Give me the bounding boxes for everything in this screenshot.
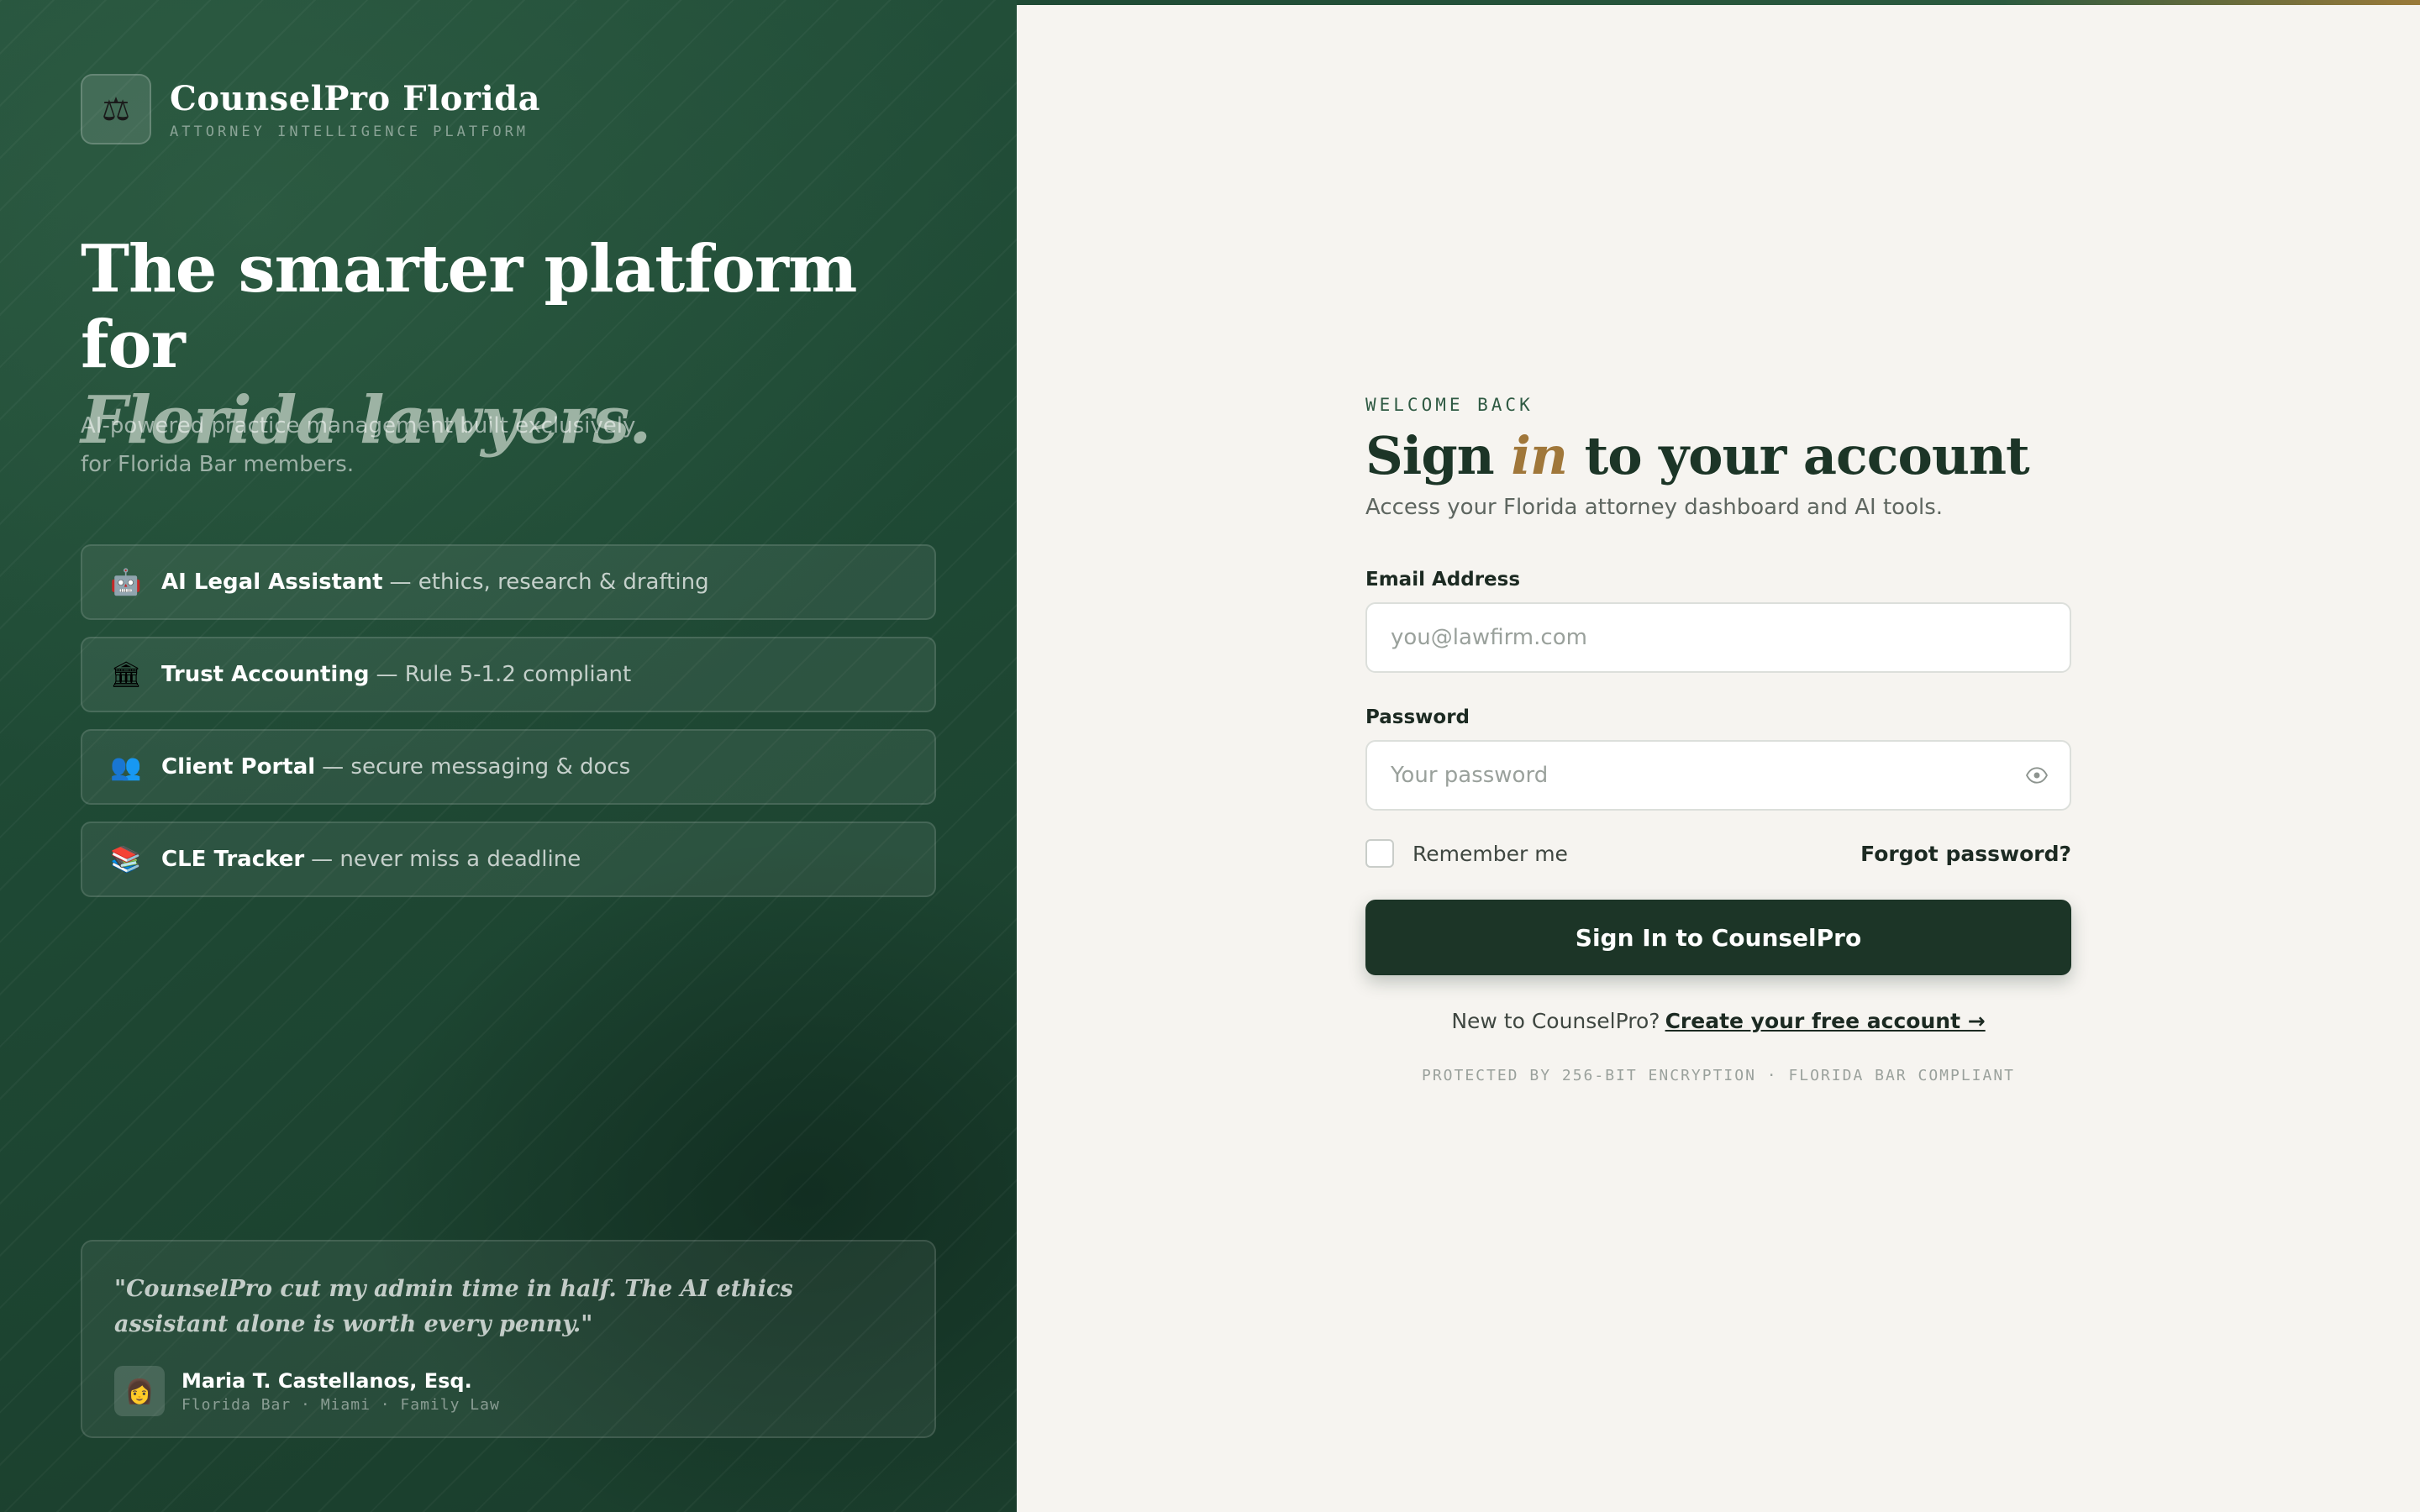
security-note: PROTECTED BY 256-BIT ENCRYPTION · FLORID… (1421, 1067, 2016, 1084)
feature-desc: — Rule 5-1.2 compliant (376, 662, 632, 687)
signup-prompt-text: New to CounselPro? (1451, 1009, 1660, 1033)
feature-cle-tracker: 📚 CLE Tracker — never miss a deadline (81, 822, 936, 897)
left-panel: ⚖ CounselPro Florida ATTORNEY INTELLIGEN… (0, 0, 1017, 1512)
top-accent-bar (1017, 0, 2420, 5)
feature-list: 🤖 AI Legal Assistant — ethics, research … (81, 544, 936, 914)
title-post: to your account (1566, 425, 2030, 486)
sign-in-button[interactable]: Sign In to CounselPro (1365, 900, 2071, 975)
remember-label: Remember me (1413, 841, 1568, 866)
remember-me[interactable]: Remember me (1365, 839, 1568, 868)
brand[interactable]: ⚖ CounselPro Florida ATTORNEY INTELLIGEN… (81, 74, 540, 144)
form-options: Remember me Forgot password? (1365, 839, 2071, 868)
email-field[interactable] (1365, 602, 2071, 673)
hero-line-1: The smarter platform for (81, 231, 857, 383)
feature-desc: — ethics, research & drafting (389, 570, 709, 595)
feature-trust-accounting: 🏛 Trust Accounting — Rule 5-1.2 complian… (81, 637, 936, 712)
author-name: Maria T. Castellanos, Esq. (182, 1368, 472, 1393)
author-info: Maria T. Castellanos, Esq. Florida Bar ·… (182, 1369, 500, 1414)
right-panel: WELCOME BACK Sign in to your account Acc… (1017, 0, 2420, 1512)
scales-icon: ⚖ (81, 74, 151, 144)
brand-name: CounselPro Florida (170, 78, 541, 118)
testimonial-quote: "CounselPro cut my admin time in half. T… (114, 1276, 793, 1337)
eye-icon[interactable] (2026, 764, 2048, 786)
author-meta: Florida Bar · Miami · Family Law (182, 1395, 500, 1414)
testimonial-card: "CounselPro cut my admin time in half. T… (81, 1240, 936, 1438)
brand-text: CounselPro Florida ATTORNEY INTELLIGENCE… (170, 79, 540, 140)
email-label: Email Address (1365, 569, 1521, 591)
password-label: Password (1365, 706, 1470, 728)
brand-tagline: ATTORNEY INTELLIGENCE PLATFORM (170, 123, 529, 140)
feature-title: CLE Tracker (161, 847, 305, 872)
page-subtitle: Access your Florida attorney dashboard a… (1365, 495, 1944, 520)
create-account-link[interactable]: Create your free account → (1665, 1009, 1986, 1033)
title-accent: in (1511, 425, 1568, 486)
eyebrow-label: WELCOME BACK (1365, 395, 1534, 415)
feature-desc: — secure messaging & docs (322, 754, 631, 780)
feature-client-portal: 👥 Client Portal — secure messaging & doc… (81, 729, 936, 805)
bank-icon: 🏛 (109, 659, 143, 690)
password-wrapper (1365, 728, 2071, 811)
feature-desc: — never miss a deadline (311, 847, 581, 872)
title-pre: Sign (1365, 425, 1512, 486)
books-icon: 📚 (110, 844, 142, 874)
people-icon: 👥 (110, 752, 142, 782)
feature-title: Trust Accounting (161, 662, 370, 687)
signup-prompt: New to CounselPro? Create your free accou… (1365, 1009, 2071, 1033)
robot-icon: 🤖 (110, 567, 142, 597)
page-title: Sign in to your account (1365, 425, 2071, 486)
hero-subhead: AI-powered practice management built exc… (81, 413, 636, 477)
password-field[interactable] (1365, 740, 2071, 811)
remember-checkbox[interactable] (1365, 839, 1394, 868)
avatar: 👩 (114, 1366, 165, 1416)
testimonial-author: 👩 Maria T. Castellanos, Esq. Florida Bar… (114, 1366, 902, 1416)
feature-ai-legal-assistant: 🤖 AI Legal Assistant — ethics, research … (81, 544, 936, 620)
forgot-password-link[interactable]: Forgot password? (1860, 842, 2071, 866)
feature-title: AI Legal Assistant (161, 570, 383, 595)
login-form: WELCOME BACK Sign in to your account Acc… (1365, 395, 2071, 1084)
feature-title: Client Portal (161, 754, 316, 780)
